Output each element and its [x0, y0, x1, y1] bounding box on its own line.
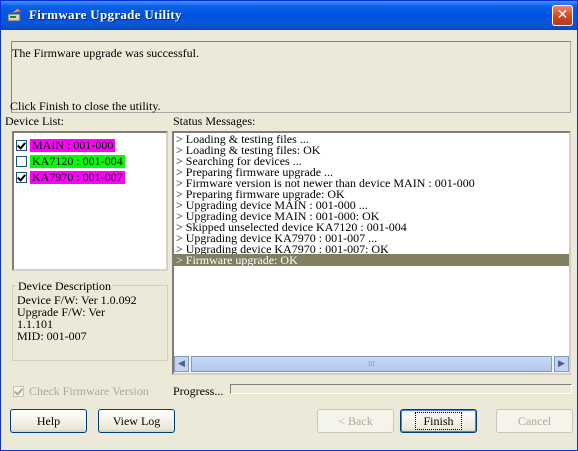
device-checkbox-ka7120[interactable] — [16, 156, 27, 167]
device-item-ka7120[interactable]: KA7120 : 001-004 — [16, 155, 125, 168]
close-icon: ✕ — [556, 7, 569, 23]
device-checkbox-main[interactable] — [16, 140, 27, 151]
progress-bar — [230, 384, 572, 394]
device-mid: MID: 001-007 — [17, 329, 87, 343]
upgrade-result-text: The Firmware upgrade was successful. — [12, 46, 199, 60]
status-line-selected[interactable]: > Firmware upgrade: OK — [174, 254, 569, 266]
view-log-button-label: View Log — [112, 414, 161, 428]
window-title: Firmware Upgrade Utility — [29, 7, 182, 22]
scrollbar-thumb[interactable]: III — [191, 356, 552, 372]
scroll-right-button[interactable]: ▶ — [554, 356, 569, 372]
progress-label: Progress... — [173, 384, 224, 398]
firmware-upgrade-window: Firmware Upgrade Utility ✕ The Firmware … — [0, 0, 578, 451]
device-checkbox-ka7970[interactable] — [16, 172, 27, 183]
device-description-title: Device Description — [17, 279, 112, 294]
scroll-left-button[interactable]: ◀ — [174, 356, 189, 372]
device-item-main[interactable]: MAIN : 001-000 — [16, 138, 116, 152]
help-button[interactable]: Help — [10, 409, 87, 433]
device-label-ka7970: KA7970 : 001-007 — [30, 170, 125, 184]
device-item-ka7970[interactable]: KA7970 : 001-007 — [16, 171, 125, 184]
device-list-label: Device List: — [5, 114, 64, 128]
scroll-left-icon: ◀ — [178, 359, 185, 369]
close-button[interactable]: ✕ — [552, 5, 573, 26]
back-button-label: < Back — [338, 414, 373, 428]
finish-button-label: Finish — [415, 412, 462, 430]
firmware-upgrade-app-icon — [7, 7, 23, 23]
device-list[interactable] — [12, 131, 168, 271]
view-log-button[interactable]: View Log — [98, 409, 175, 433]
help-button-label: Help — [36, 414, 61, 428]
status-messages-label: Status Messages: — [173, 114, 256, 128]
device-label-ka7120: KA7120 : 001-004 — [30, 154, 125, 168]
check-firmware-version-checkbox[interactable] — [13, 386, 24, 397]
finish-button[interactable]: Finish — [400, 409, 477, 433]
device-description-text: Device F/W: Ver 1.0.092 Upgrade F/W: Ver… — [17, 294, 165, 342]
title-bar[interactable]: Firmware Upgrade Utility ✕ — [1, 1, 577, 30]
finish-hint-text: Click Finish to close the utility. — [10, 99, 161, 113]
status-horizontal-scrollbar[interactable]: ◀ III ▶ — [174, 356, 569, 373]
cancel-button[interactable]: Cancel — [496, 409, 573, 433]
scroll-right-icon: ▶ — [558, 359, 565, 369]
scrollbar-grip-icon: III — [368, 360, 375, 368]
check-firmware-version-label: Check Firmware Version — [29, 384, 149, 398]
device-label-main: MAIN : 001-000 — [30, 138, 116, 152]
check-firmware-version-option[interactable]: Check Firmware Version — [13, 384, 149, 399]
status-messages-list[interactable]: > Loading & testing files ... > Loading … — [172, 131, 571, 375]
cancel-button-label: Cancel — [517, 414, 552, 428]
back-button[interactable]: < Back — [317, 409, 394, 433]
